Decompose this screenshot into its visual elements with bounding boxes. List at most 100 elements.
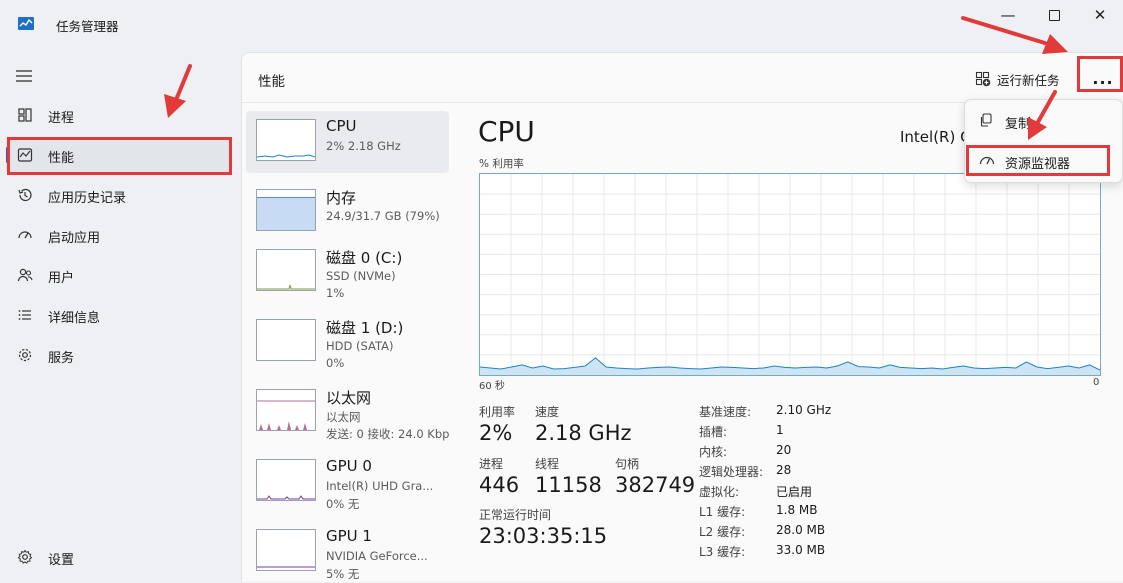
- threads-label: 线程: [535, 457, 560, 471]
- resource-usage: 0% 无: [326, 497, 360, 511]
- users-icon: [16, 266, 34, 284]
- history-icon: [16, 186, 34, 204]
- resource-usage: 发送: 0 接收: 24.0 Kbp: [326, 427, 450, 441]
- resource-item-ethernet[interactable]: 以太网 以太网 发送: 0 接收: 24.0 Kbp: [246, 381, 449, 443]
- resource-item-gpu-1[interactable]: GPU 1 NVIDIA GeForce... 5% 无: [246, 521, 449, 583]
- annotation-box-more-options: [1077, 56, 1123, 92]
- cpu-model-name: Intel(R) C: [900, 128, 971, 146]
- graph-x-right-label: 0: [1093, 377, 1100, 388]
- resource-name: 内存: [326, 189, 357, 207]
- resource-detail: HDD (SATA): [326, 339, 394, 353]
- disk-0-thumbnail: [256, 249, 316, 291]
- gpu-1-thumbnail: [256, 529, 316, 571]
- spec-label: L2 缓存:: [699, 525, 746, 539]
- sidebar-item-label: 用户: [48, 271, 75, 286]
- run-new-task-icon: [975, 71, 991, 87]
- sidebar-item-label: 服务: [48, 351, 75, 366]
- detail-title: CPU: [478, 115, 535, 148]
- annotation-box-resource-monitor: [966, 145, 1110, 176]
- resource-item-memory[interactable]: 内存 24.9/31.7 GB (79%): [246, 181, 449, 243]
- handles-value: 382749: [615, 473, 696, 497]
- sidebar-item-services[interactable]: 服务: [6, 337, 232, 373]
- sidebar-item-label: 详细信息: [48, 311, 101, 326]
- spec-value: 1.8 MB: [776, 503, 818, 517]
- resource-name: GPU 0: [326, 457, 372, 475]
- gpu-0-thumbnail: [256, 459, 316, 501]
- services-icon: [16, 346, 34, 364]
- sidebar-item-label: 启动应用: [48, 231, 101, 246]
- copy-icon: [979, 113, 993, 131]
- cpu-utilization-graph: [479, 173, 1101, 376]
- speed-value: 2.18 GHz: [535, 421, 632, 445]
- resource-name: 以太网: [326, 389, 372, 407]
- graph-y-label: % 利用率: [479, 158, 524, 170]
- hamburger-icon: [16, 70, 32, 82]
- spec-label: 虚拟化:: [699, 485, 740, 499]
- spec-label: 逻辑处理器:: [699, 465, 764, 479]
- spec-value: 33.0 MB: [776, 543, 826, 557]
- annotation-box-performance: [7, 137, 232, 175]
- maximize-icon: [1048, 9, 1060, 21]
- resource-item-gpu-0[interactable]: GPU 0 Intel(R) UHD Gra... 0% 无: [246, 451, 449, 513]
- resource-name: GPU 1: [326, 527, 372, 545]
- run-new-task-button[interactable]: 运行新任务: [975, 68, 1060, 90]
- utilization-value: 2%: [479, 421, 513, 445]
- spec-label: L3 缓存:: [699, 545, 746, 559]
- sidebar-item-startup-apps[interactable]: 启动应用: [6, 217, 232, 253]
- spec-label: L1 缓存:: [699, 505, 746, 519]
- resource-item-disk-0[interactable]: 磁盘 0 (C:) SSD (NVMe) 1%: [246, 241, 449, 303]
- maximize-button[interactable]: [1031, 0, 1077, 30]
- spec-value: 28.0 MB: [776, 523, 826, 537]
- window-title: 任务管理器: [56, 19, 119, 34]
- speed-label: 速度: [535, 405, 560, 419]
- resource-detail: 24.9/31.7 GB (79%): [326, 209, 440, 223]
- spec-label: 内核:: [699, 445, 728, 459]
- sidebar-item-settings[interactable]: 设置: [6, 539, 232, 575]
- resource-detail: SSD (NVMe): [326, 269, 396, 283]
- resource-detail: Intel(R) UHD Gra...: [326, 479, 434, 493]
- sidebar-item-processes[interactable]: 进程: [6, 97, 232, 133]
- resource-item-cpu[interactable]: CPU 2% 2.18 GHz: [246, 111, 449, 173]
- resource-name: 磁盘 1 (D:): [326, 319, 404, 337]
- resource-name: 磁盘 0 (C:): [326, 249, 403, 267]
- spec-value: 2.10 GHz: [776, 403, 832, 417]
- processes-value: 446: [479, 473, 520, 497]
- spec-label: 插槽:: [699, 425, 728, 439]
- uptime-value: 23:03:35:15: [479, 524, 608, 548]
- spec-label: 基准速度:: [699, 405, 752, 419]
- sidebar-item-app-history[interactable]: 应用历史记录: [6, 177, 232, 213]
- graph-x-left-label: 60 秒: [479, 381, 505, 392]
- menu-item-label: 复制: [1005, 117, 1032, 132]
- run-new-task-label: 运行新任务: [997, 72, 1060, 88]
- resource-item-disk-1[interactable]: 磁盘 1 (D:) HDD (SATA) 0%: [246, 311, 449, 373]
- sidebar-item-details[interactable]: 详细信息: [6, 297, 232, 333]
- sidebar-item-label: 进程: [48, 111, 75, 126]
- title-bar: 任务管理器 — ✕: [0, 0, 1123, 48]
- cpu-graph-svg: [479, 174, 1101, 375]
- page-title: 性能: [258, 74, 285, 90]
- resource-usage: 5% 无: [326, 567, 360, 581]
- sidebar-item-label: 应用历史记录: [48, 191, 127, 206]
- resource-detail: 2% 2.18 GHz: [326, 139, 401, 153]
- threads-value: 11158: [535, 473, 602, 497]
- resource-usage: 1%: [326, 286, 345, 300]
- sidebar-item-users[interactable]: 用户: [6, 257, 232, 293]
- startup-icon: [16, 226, 34, 244]
- ethernet-thumbnail: [256, 389, 316, 431]
- details-icon: [16, 306, 34, 324]
- spec-value: 已启用: [776, 485, 813, 499]
- minimize-button[interactable]: —: [985, 0, 1031, 30]
- spec-value: 28: [776, 463, 792, 477]
- close-button[interactable]: ✕: [1077, 0, 1123, 30]
- memory-thumbnail: [256, 189, 316, 231]
- cpu-thumbnail: [256, 119, 316, 161]
- resource-detail: NVIDIA GeForce...: [326, 549, 428, 563]
- spec-value: 20: [776, 443, 792, 457]
- task-manager-app-icon: [18, 17, 34, 30]
- handles-label: 句柄: [615, 457, 640, 471]
- resource-detail: 以太网: [326, 410, 361, 424]
- menu-item-copy[interactable]: 复制: [969, 105, 1118, 137]
- processes-label: 进程: [479, 457, 504, 471]
- hamburger-menu-button[interactable]: [10, 62, 38, 90]
- resource-usage: 0%: [326, 356, 345, 370]
